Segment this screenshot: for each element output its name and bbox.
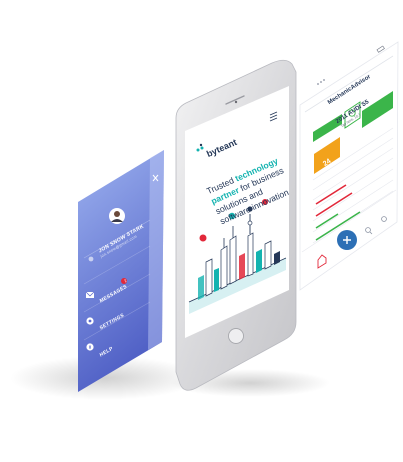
sun-icon: [199, 234, 207, 242]
menu-edge: [148, 150, 164, 350]
menu-screen: [78, 150, 164, 392]
phone: [175, 59, 297, 391]
signal-icon: [317, 79, 325, 85]
gear-icon: [86, 317, 94, 325]
home-button[interactable]: [228, 328, 244, 344]
info-icon: [86, 343, 94, 351]
mechanic-screen: [299, 41, 399, 291]
front-camera: [234, 100, 238, 104]
scene-canvas: [10, 41, 399, 400]
avatar-head: [114, 211, 120, 217]
user-icon: [88, 256, 94, 262]
envelope-icon: [85, 291, 95, 298]
